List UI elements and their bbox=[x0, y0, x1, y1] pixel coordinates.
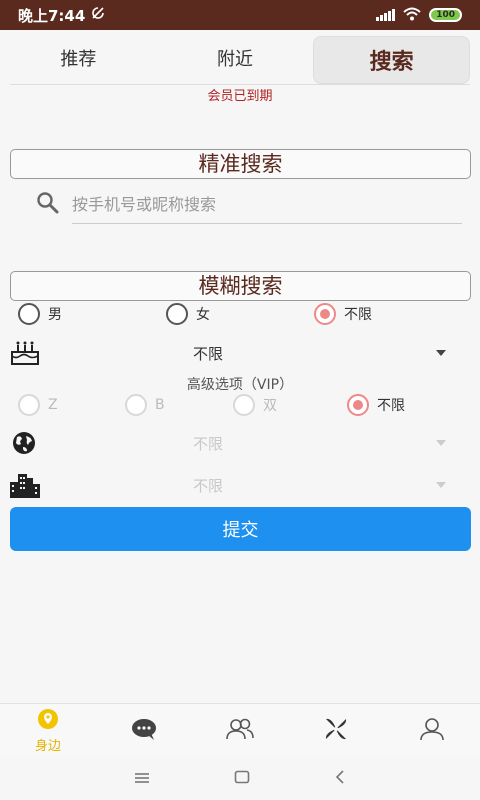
region-select[interactable]: 不限 bbox=[10, 426, 470, 460]
tab-nearby[interactable]: 附近 bbox=[157, 32, 314, 84]
radio-circle bbox=[125, 394, 147, 416]
submit-button[interactable]: 提交 bbox=[10, 507, 471, 551]
region-value: 不限 bbox=[193, 434, 224, 453]
gender-any-radio[interactable]: 不限 bbox=[314, 303, 372, 325]
signal-icon bbox=[376, 9, 396, 21]
birthday-cake-icon bbox=[10, 340, 40, 366]
radio-label: 双 bbox=[263, 398, 277, 414]
radio-circle bbox=[233, 394, 255, 416]
role-both-radio[interactable]: 双 bbox=[233, 394, 277, 416]
status-time: 晚上7:44 bbox=[18, 6, 86, 25]
exact-search-row bbox=[36, 186, 462, 224]
search-input[interactable] bbox=[72, 186, 462, 224]
battery-indicator: 100 bbox=[429, 8, 462, 22]
user-icon bbox=[419, 717, 445, 745]
chat-bubble-icon bbox=[130, 717, 158, 745]
nav-item-profile[interactable] bbox=[384, 704, 480, 757]
fuzzy-search-header: 模糊搜索 bbox=[10, 271, 471, 301]
role-b-radio[interactable]: B bbox=[125, 394, 165, 416]
globe-icon bbox=[10, 430, 40, 456]
role-any-radio[interactable]: 不限 bbox=[347, 394, 405, 416]
app-screen: 晚上7:44 100 推荐 附近 搜索 会员已到期 精准搜索 模糊搜索 bbox=[0, 0, 480, 800]
system-nav-bar bbox=[0, 757, 480, 800]
radio-circle bbox=[18, 303, 40, 325]
radio-label: 不限 bbox=[344, 307, 372, 323]
chevron-down-icon bbox=[436, 350, 446, 356]
radio-circle bbox=[18, 394, 40, 416]
age-value: 不限 bbox=[193, 344, 224, 363]
city-buildings-icon bbox=[10, 472, 40, 498]
gender-female-radio[interactable]: 女 bbox=[166, 303, 210, 325]
role-z-radio[interactable]: Z bbox=[18, 394, 58, 416]
radio-circle bbox=[166, 303, 188, 325]
radio-circle-checked bbox=[347, 394, 369, 416]
advanced-options-label: 高级选项（VIP） bbox=[186, 377, 294, 393]
membership-notice: 会员已到期 bbox=[207, 89, 273, 104]
tab-recommend[interactable]: 推荐 bbox=[0, 32, 157, 84]
location-pin-icon bbox=[36, 708, 60, 734]
top-tabs: 推荐 附近 搜索 bbox=[0, 32, 480, 84]
gender-male-radio[interactable]: 男 bbox=[18, 303, 62, 325]
radio-label: 女 bbox=[196, 307, 210, 323]
role-radio-group: Z B 双 不限 bbox=[0, 394, 480, 422]
radio-label: B bbox=[155, 397, 165, 413]
bottom-nav: 身边 bbox=[0, 703, 480, 757]
search-icon bbox=[36, 191, 60, 219]
tab-search[interactable]: 搜索 bbox=[313, 36, 470, 84]
city-value: 不限 bbox=[193, 476, 224, 495]
nav-item-discover[interactable] bbox=[288, 704, 384, 757]
wifi-icon bbox=[403, 6, 421, 25]
menu-icon[interactable] bbox=[134, 769, 150, 788]
status-bar: 晚上7:44 100 bbox=[0, 0, 480, 30]
gender-radio-group: 男 女 不限 bbox=[0, 303, 480, 331]
chevron-down-icon bbox=[436, 482, 446, 488]
home-icon[interactable] bbox=[234, 769, 250, 788]
age-select[interactable]: 不限 bbox=[10, 336, 470, 370]
radio-label: 不限 bbox=[377, 398, 405, 414]
radio-label: 男 bbox=[48, 307, 62, 323]
back-icon[interactable] bbox=[334, 769, 346, 788]
people-icon bbox=[225, 717, 255, 745]
radio-circle-checked bbox=[314, 303, 336, 325]
exact-search-header: 精准搜索 bbox=[10, 149, 471, 179]
nav-item-chat[interactable] bbox=[96, 704, 192, 757]
nav-item-nearby[interactable]: 身边 bbox=[0, 704, 96, 757]
city-select[interactable]: 不限 bbox=[10, 468, 470, 502]
chevron-down-icon bbox=[436, 440, 446, 446]
nav-item-label: 身边 bbox=[34, 738, 61, 754]
radio-label: Z bbox=[48, 397, 58, 413]
nav-item-contacts[interactable] bbox=[192, 704, 288, 757]
pinwheel-icon bbox=[322, 716, 350, 746]
no-disturb-icon bbox=[91, 6, 105, 24]
